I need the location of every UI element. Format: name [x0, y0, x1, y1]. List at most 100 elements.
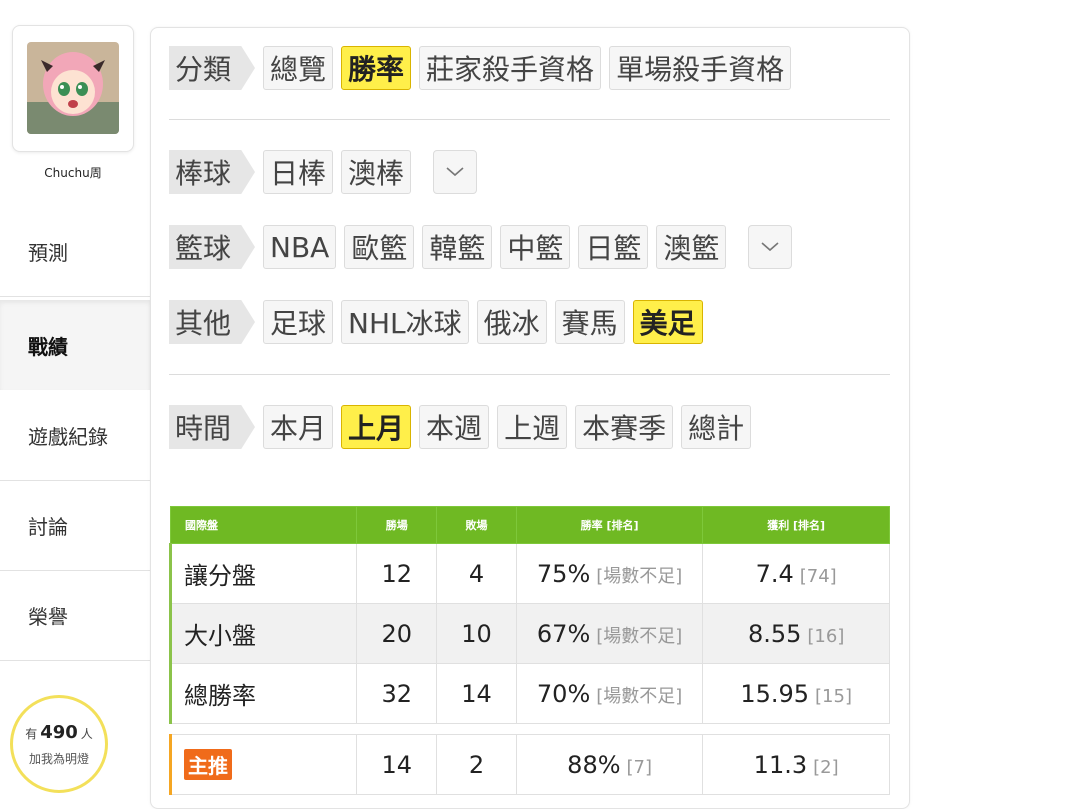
other-filter: 其他 足球 NHL冰球 俄冰 賽馬 美足	[169, 300, 703, 344]
header-profit: 獲利 [排名]	[702, 506, 890, 544]
time-filter: 時間 本月 上月 本週 上週 本賽季 總計	[169, 405, 752, 449]
sport-soccer[interactable]: 足球	[263, 300, 334, 344]
category-overview[interactable]: 總覽	[263, 46, 334, 90]
league-npb[interactable]: 日棒	[263, 150, 334, 194]
league-cba[interactable]: 中籃	[500, 225, 571, 269]
profit-rank: [2]	[813, 756, 839, 778]
fan-count: 490	[40, 722, 78, 743]
basketball-more-button[interactable]	[748, 225, 793, 269]
time-this-season[interactable]: 本賽季	[575, 405, 674, 449]
header-losses: 敗場	[436, 506, 517, 544]
time-total[interactable]: 總計	[681, 405, 752, 449]
category-filter: 分類 總覽 勝率 莊家殺手資格 單場殺手資格	[169, 46, 792, 90]
category-single-killer[interactable]: 單場殺手資格	[609, 46, 792, 90]
row-wins: 20	[356, 603, 438, 664]
row-profit: 11.3 [2]	[702, 734, 890, 795]
league-kbl[interactable]: 韓籃	[422, 225, 493, 269]
row-profit: 7.4 [74]	[702, 543, 890, 604]
rate-value: 67%	[536, 619, 591, 648]
profit-value: 15.95	[740, 679, 810, 708]
fan-badge[interactable]: 有 490 人 加我為明燈	[10, 695, 108, 793]
category-win-rate[interactable]: 勝率	[341, 46, 412, 90]
league-nba[interactable]: NBA	[263, 225, 337, 269]
rate-value: 88%	[567, 750, 621, 779]
table-row: 大小盤 20 10 67% [場數不足] 8.55 [16]	[168, 603, 890, 664]
sport-khl[interactable]: 俄冰	[476, 300, 547, 344]
fan-suffix: 人	[80, 727, 93, 741]
sidebar: Chuchu周 預測 戰績 遊戲紀錄 討論 榮譽 有 490 人 加我為明燈	[0, 0, 150, 793]
basketball-label: 籃球	[169, 225, 256, 269]
row-profit: 15.95 [15]	[702, 663, 890, 724]
rate-rank: [場數不足]	[596, 685, 683, 707]
row-label: 主推	[168, 734, 358, 795]
avatar-card[interactable]	[12, 25, 134, 152]
rate-rank: [7]	[626, 756, 653, 778]
baseball-label: 棒球	[169, 150, 256, 194]
time-this-week[interactable]: 本週	[419, 405, 490, 449]
rate-rank: [場數不足]	[596, 625, 683, 647]
row-losses: 4	[436, 543, 517, 604]
username: Chuchu周	[44, 166, 102, 180]
time-this-month[interactable]: 本月	[263, 405, 334, 449]
nav-game-log[interactable]: 遊戲紀錄	[0, 391, 150, 481]
row-wins: 12	[356, 543, 438, 604]
category-label: 分類	[169, 46, 256, 90]
nav-predict[interactable]: 預測	[0, 207, 150, 297]
profit-rank: [16]	[807, 625, 845, 647]
profit-value: 7.4	[755, 559, 794, 588]
header-wins: 勝場	[356, 506, 438, 544]
row-wins: 14	[356, 734, 438, 795]
sport-american-football[interactable]: 美足	[632, 300, 703, 344]
category-banker-killer[interactable]: 莊家殺手資格	[419, 46, 602, 90]
table-spacer	[170, 723, 890, 735]
chevron-down-icon	[761, 242, 779, 252]
league-euro[interactable]: 歐籃	[344, 225, 415, 269]
rate-value: 75%	[536, 559, 591, 588]
fan-count-line: 有 490 人	[13, 722, 105, 743]
nav-discussion[interactable]: 討論	[0, 481, 150, 571]
baseball-more-button[interactable]	[433, 150, 478, 194]
row-label: 總勝率	[168, 663, 358, 724]
table-header: 國際盤 勝場 敗場 勝率 [排名] 獲利 [排名]	[169, 506, 890, 544]
basketball-filter: 籃球 NBA 歐籃 韓籃 中籃 日籃 澳籃	[169, 225, 793, 269]
profit-rank: [15]	[815, 685, 852, 707]
row-losses: 2	[436, 734, 517, 795]
nav-record[interactable]: 戰績	[0, 300, 150, 390]
profit-value: 11.3	[753, 750, 808, 779]
time-last-week[interactable]: 上週	[497, 405, 568, 449]
header-market: 國際盤	[169, 506, 358, 544]
league-abl[interactable]: 澳棒	[341, 150, 412, 194]
divider	[169, 374, 890, 375]
divider	[169, 119, 890, 120]
time-label: 時間	[169, 405, 256, 449]
header-win-rate: 勝率 [排名]	[515, 506, 704, 544]
sport-horse-racing[interactable]: 賽馬	[554, 300, 625, 344]
row-profit: 8.55 [16]	[702, 603, 890, 664]
row-losses: 14	[436, 663, 517, 724]
table-row: 讓分盤 12 4 75% [場數不足] 7.4 [74]	[168, 543, 890, 604]
row-win-rate: 88% [7]	[515, 734, 704, 795]
league-bleague[interactable]: 日籃	[578, 225, 649, 269]
row-label: 讓分盤	[168, 543, 358, 604]
row-win-rate: 67% [場數不足]	[515, 603, 704, 664]
row-win-rate: 70% [場數不足]	[515, 663, 704, 724]
rate-value: 70%	[536, 679, 591, 708]
chevron-down-icon	[446, 167, 464, 177]
row-win-rate: 75% [場數不足]	[515, 543, 704, 604]
baseball-filter: 棒球 日棒 澳棒	[169, 150, 478, 194]
profit-rank: [74]	[799, 565, 837, 587]
stats-table: 國際盤 勝場 敗場 勝率 [排名] 獲利 [排名] 讓分盤 12 4 75% [場…	[168, 506, 890, 795]
row-label: 大小盤	[168, 603, 358, 664]
rate-rank: [場數不足]	[596, 565, 683, 587]
time-last-month[interactable]: 上月	[341, 405, 412, 449]
avatar[interactable]	[27, 42, 119, 134]
sport-nhl[interactable]: NHL冰球	[341, 300, 469, 344]
league-nbl[interactable]: 澳籃	[656, 225, 727, 269]
nav-honor[interactable]: 榮譽	[0, 571, 150, 661]
fan-prefix: 有	[25, 727, 38, 741]
table-row: 總勝率 32 14 70% [場數不足] 15.95 [15]	[168, 663, 890, 724]
main-pick-tag: 主推	[184, 749, 232, 780]
row-wins: 32	[356, 663, 438, 724]
row-losses: 10	[436, 603, 517, 664]
fan-follow-text: 加我為明燈	[28, 752, 89, 766]
